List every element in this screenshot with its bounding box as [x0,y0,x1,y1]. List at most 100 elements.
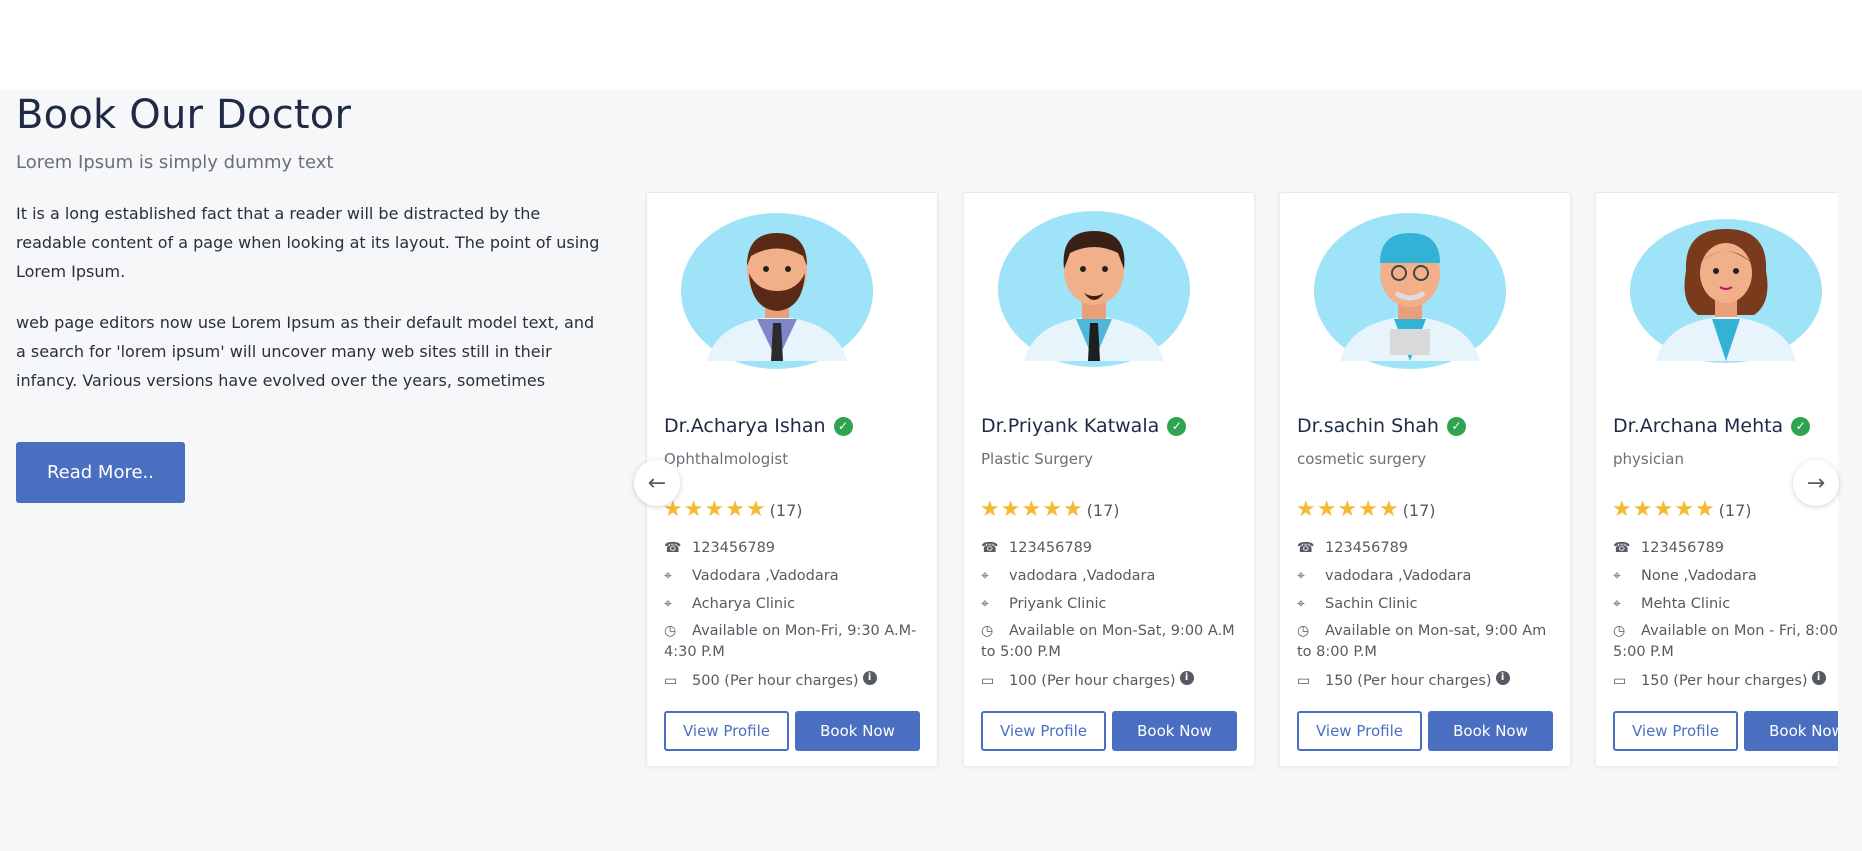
book-now-button[interactable]: Book Now [795,711,920,751]
doctor-avatar [677,211,877,371]
clinic-text: Mehta Clinic [1641,596,1731,612]
star-icon: ★ [1042,497,1062,522]
info-charges: ▭ 500 (Per hour charges) i [664,671,926,692]
star-icon: ★ [1337,497,1358,522]
clock-icon: ◷ [981,623,994,639]
star-icon: ★ [1062,497,1083,522]
charges-text: 500 (Per hour charges) [692,673,859,689]
verified-check-icon: ✓ [1446,416,1466,436]
doctor-name: Dr.sachin Shah [1297,415,1439,437]
clock-icon: ◷ [1297,623,1310,639]
phone-text: 123456789 [1325,540,1409,556]
review-count: (17) [1086,500,1120,520]
top-header-area [0,0,1862,90]
phone-icon: ☎ [1613,540,1631,556]
map-pin-icon: ⌖ [981,568,989,584]
doctor-specialty: Ophthalmologist [664,450,789,468]
doctor-avatar [1310,211,1510,371]
money-icon: ▭ [1613,673,1627,689]
charges-text: 150 (Per hour charges) [1325,673,1492,689]
view-profile-button[interactable]: View Profile [1613,711,1738,751]
doctor-name-row: Dr.Acharya Ishan ✓ [664,415,853,437]
star-icon: ★ [683,497,704,522]
star-icon: ★ [1632,497,1653,522]
book-now-button[interactable]: Book Now [1744,711,1838,751]
info-clinic: ⌖ Priyank Clinic [981,594,1243,615]
rating-stars: ★ ★ ★ ★ ★ (17) [980,499,1120,521]
view-profile-button[interactable]: View Profile [981,711,1106,751]
info-icon[interactable]: i [1495,671,1510,685]
location-text: None ,Vadodara [1641,568,1757,584]
info-charges: ▭ 100 (Per hour charges) i [981,671,1243,692]
rating-stars: ★ ★ ★ ★ ★ (17) [1296,499,1436,521]
star-icon: ★ [1694,497,1715,522]
review-count: (17) [1718,500,1752,520]
doctor-name-row: Dr.Priyank Katwala ✓ [981,415,1187,437]
info-availability: ◷Available on Mon - Fri, 8:00 A To 5:00 … [1613,621,1838,663]
info-phone: ☎ 123456789 [981,538,1243,559]
map-pin-icon: ⌖ [1297,568,1305,584]
doctor-specialty: Plastic Surgery [981,450,1094,468]
star-icon: ★ [704,497,725,522]
charges-text: 100 (Per hour charges) [1009,673,1176,689]
charges-text: 150 (Per hour charges) [1641,673,1808,689]
info-clinic: ⌖ Mehta Clinic [1613,594,1838,615]
info-charges: ▭ 150 (Per hour charges) i [1297,671,1559,692]
phone-icon: ☎ [1297,540,1315,556]
rating-stars: ★ ★ ★ ★ ★ (17) [663,499,803,521]
clock-icon: ◷ [664,623,677,639]
info-phone: ☎ 123456789 [1613,538,1838,559]
info-availability: ◷ Available on Mon-sat, 9:00 Am to 8:00 P… [1297,621,1559,663]
doctor-name: Dr.Priyank Katwala [981,415,1160,437]
doctor-name: Dr.Acharya Ishan [664,415,826,437]
doctor-card: Dr.sachin Shah ✓ cosmetic surgery ★ ★ ★ ★ ★ (17)… [1279,192,1571,767]
location-text: Vadodara ,Vadodara [692,568,839,584]
review-count: (17) [769,500,803,520]
book-now-button[interactable]: Book Now [1112,711,1237,751]
star-icon: ★ [1378,497,1399,522]
map-pin-icon: ⌖ [1613,568,1621,584]
verified-check-icon: ✓ [1167,416,1187,436]
map-pin-icon: ⌖ [981,596,989,612]
info-phone: ☎ 123456789 [1297,538,1559,559]
info-location: ⌖ Vadodara ,Vadodara [664,566,926,587]
star-icon: ★ [1653,497,1674,522]
info-icon[interactable]: i [1811,671,1826,685]
info-location: ⌖ vadodara ,Vadodara [981,566,1243,587]
intro-paragraph-2: web page editors now use Lorem Ipsum as … [16,313,595,390]
doctor-name: Dr.Archana Mehta [1613,415,1784,437]
info-charges: ▭ 150 (Per hour charges) i [1613,671,1838,692]
availability-text: Available on Mon-Fri, 9:30 A.M-4:30 P.M [664,623,917,660]
star-icon: ★ [1674,497,1694,522]
carousel-next-button[interactable]: → [1793,460,1839,506]
star-icon: ★ [1000,497,1021,522]
money-icon: ▭ [1297,673,1311,689]
phone-icon: ☎ [664,540,682,556]
doctor-name-row: Dr.sachin Shah ✓ [1297,415,1466,437]
availability-text: Available on Mon-sat, 9:00 Am to 8:00 P.… [1297,623,1547,660]
star-icon: ★ [745,497,766,522]
rating-stars: ★ ★ ★ ★ ★ (17) [1612,499,1752,521]
info-icon[interactable]: i [1179,671,1194,685]
read-more-button[interactable]: Read More.. [16,442,185,503]
view-profile-button[interactable]: View Profile [1297,711,1422,751]
info-icon[interactable]: i [862,671,877,685]
map-pin-icon: ⌖ [664,568,672,584]
money-icon: ▭ [981,673,995,689]
info-clinic: ⌖ Sachin Clinic [1297,594,1559,615]
doctor-avatar [1626,211,1826,371]
verified-check-icon: ✓ [833,416,853,436]
doctor-card: Dr.Acharya Ishan ✓ Ophthalmologist ★ ★ ★ ★ ★ (17… [646,192,938,767]
star-icon: ★ [1021,497,1042,522]
doctor-specialty: cosmetic surgery [1297,450,1427,468]
phone-icon: ☎ [981,540,999,556]
map-pin-icon: ⌖ [1613,596,1621,612]
book-now-button[interactable]: Book Now [1428,711,1553,751]
carousel-prev-button[interactable]: ← [634,460,680,506]
view-profile-button[interactable]: View Profile [664,711,789,751]
star-icon: ★ [1296,497,1316,522]
star-icon: ★ [980,497,1000,522]
clinic-text: Sachin Clinic [1325,596,1418,612]
info-phone: ☎ 123456789 [664,538,926,559]
section-title: Book Our Doctor [16,92,352,138]
